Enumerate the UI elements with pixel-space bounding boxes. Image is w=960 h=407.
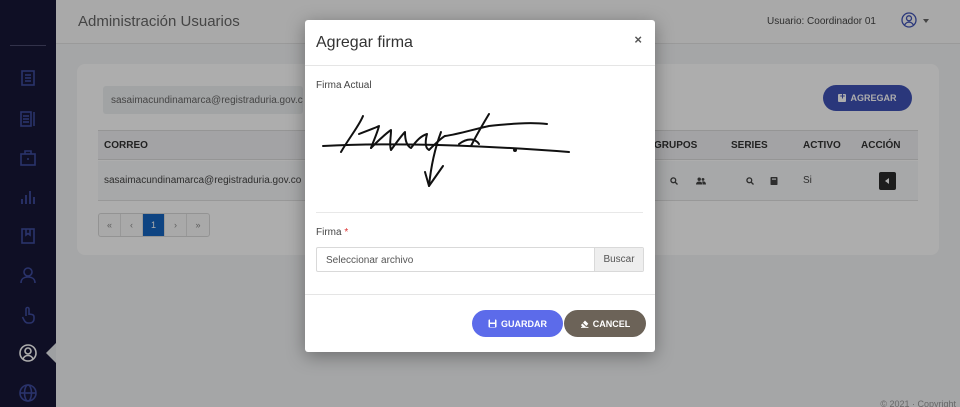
- current-signature-image: [322, 113, 570, 187]
- file-input-placeholder: Seleccionar archivo: [326, 255, 414, 266]
- eraser-icon: [580, 320, 589, 328]
- section-divider: [316, 212, 643, 213]
- save-button[interactable]: GUARDAR: [472, 310, 563, 337]
- close-icon[interactable]: ×: [634, 32, 642, 47]
- required-mark: *: [344, 227, 349, 238]
- add-signature-modal: Agregar firma × Firma Actual Firma * Sel…: [305, 20, 655, 352]
- modal-title: Agregar firma: [316, 34, 413, 51]
- firma-label-text: Firma: [316, 227, 342, 238]
- signature-file-input[interactable]: Seleccionar archivo Buscar: [316, 247, 644, 272]
- floppy-disk-icon: [488, 319, 497, 328]
- save-button-label: GUARDAR: [501, 318, 547, 329]
- modal-footer-divider: [305, 294, 655, 295]
- modal-header-divider: [305, 65, 655, 66]
- cancel-button-label: CANCEL: [592, 318, 631, 329]
- browse-button[interactable]: Buscar: [594, 248, 643, 271]
- firma-label: Firma *: [316, 227, 348, 238]
- current-signature-label: Firma Actual: [316, 80, 372, 91]
- cancel-button[interactable]: CANCEL: [564, 310, 646, 337]
